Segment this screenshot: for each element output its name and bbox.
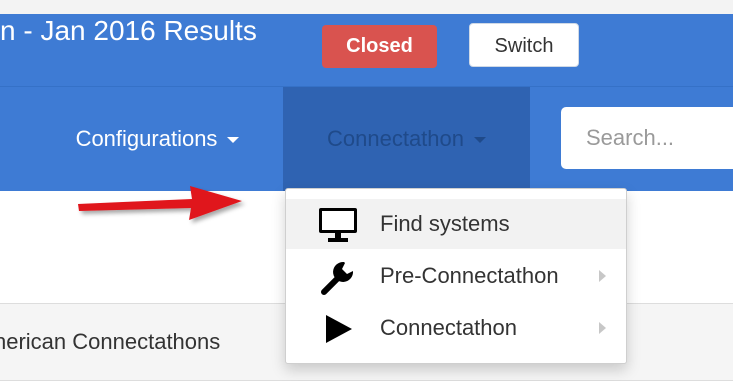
nav-item-label: Configurations [75,126,218,151]
wrench-icon [321,261,354,295]
red-arrow-icon [78,186,242,220]
menu-item-label: Find systems [380,211,510,236]
monitor-icon [319,208,357,242]
play-icon [326,315,352,343]
menu-item-label: Pre-Connectathon [380,263,559,288]
menu-item-connectathon[interactable]: Connectathon [286,303,626,353]
search-input[interactable] [561,107,733,169]
switch-button[interactable]: Switch [469,23,579,67]
page-title: n - Jan 2016 Results [0,15,257,46]
status-badge: Closed [322,25,437,68]
nav-item-label: Connectathon [327,126,464,151]
caret-down-icon [227,137,240,144]
caret-down-icon [474,137,486,144]
top-strip [0,0,733,14]
chevron-right-icon [599,270,606,282]
menu-item-pre-connectathon[interactable]: Pre-Connectathon [286,251,626,301]
connectathon-dropdown-menu: Find systems Pre-Connectathon Connectath… [285,188,627,364]
nav-item-connectathon[interactable]: Connectathon [283,87,530,191]
menu-item-label: Connectathon [380,315,517,340]
panel-title: nerican Connectathons [0,329,221,354]
menu-item-find-systems[interactable]: Find systems [286,199,626,249]
chevron-right-icon [599,322,606,334]
